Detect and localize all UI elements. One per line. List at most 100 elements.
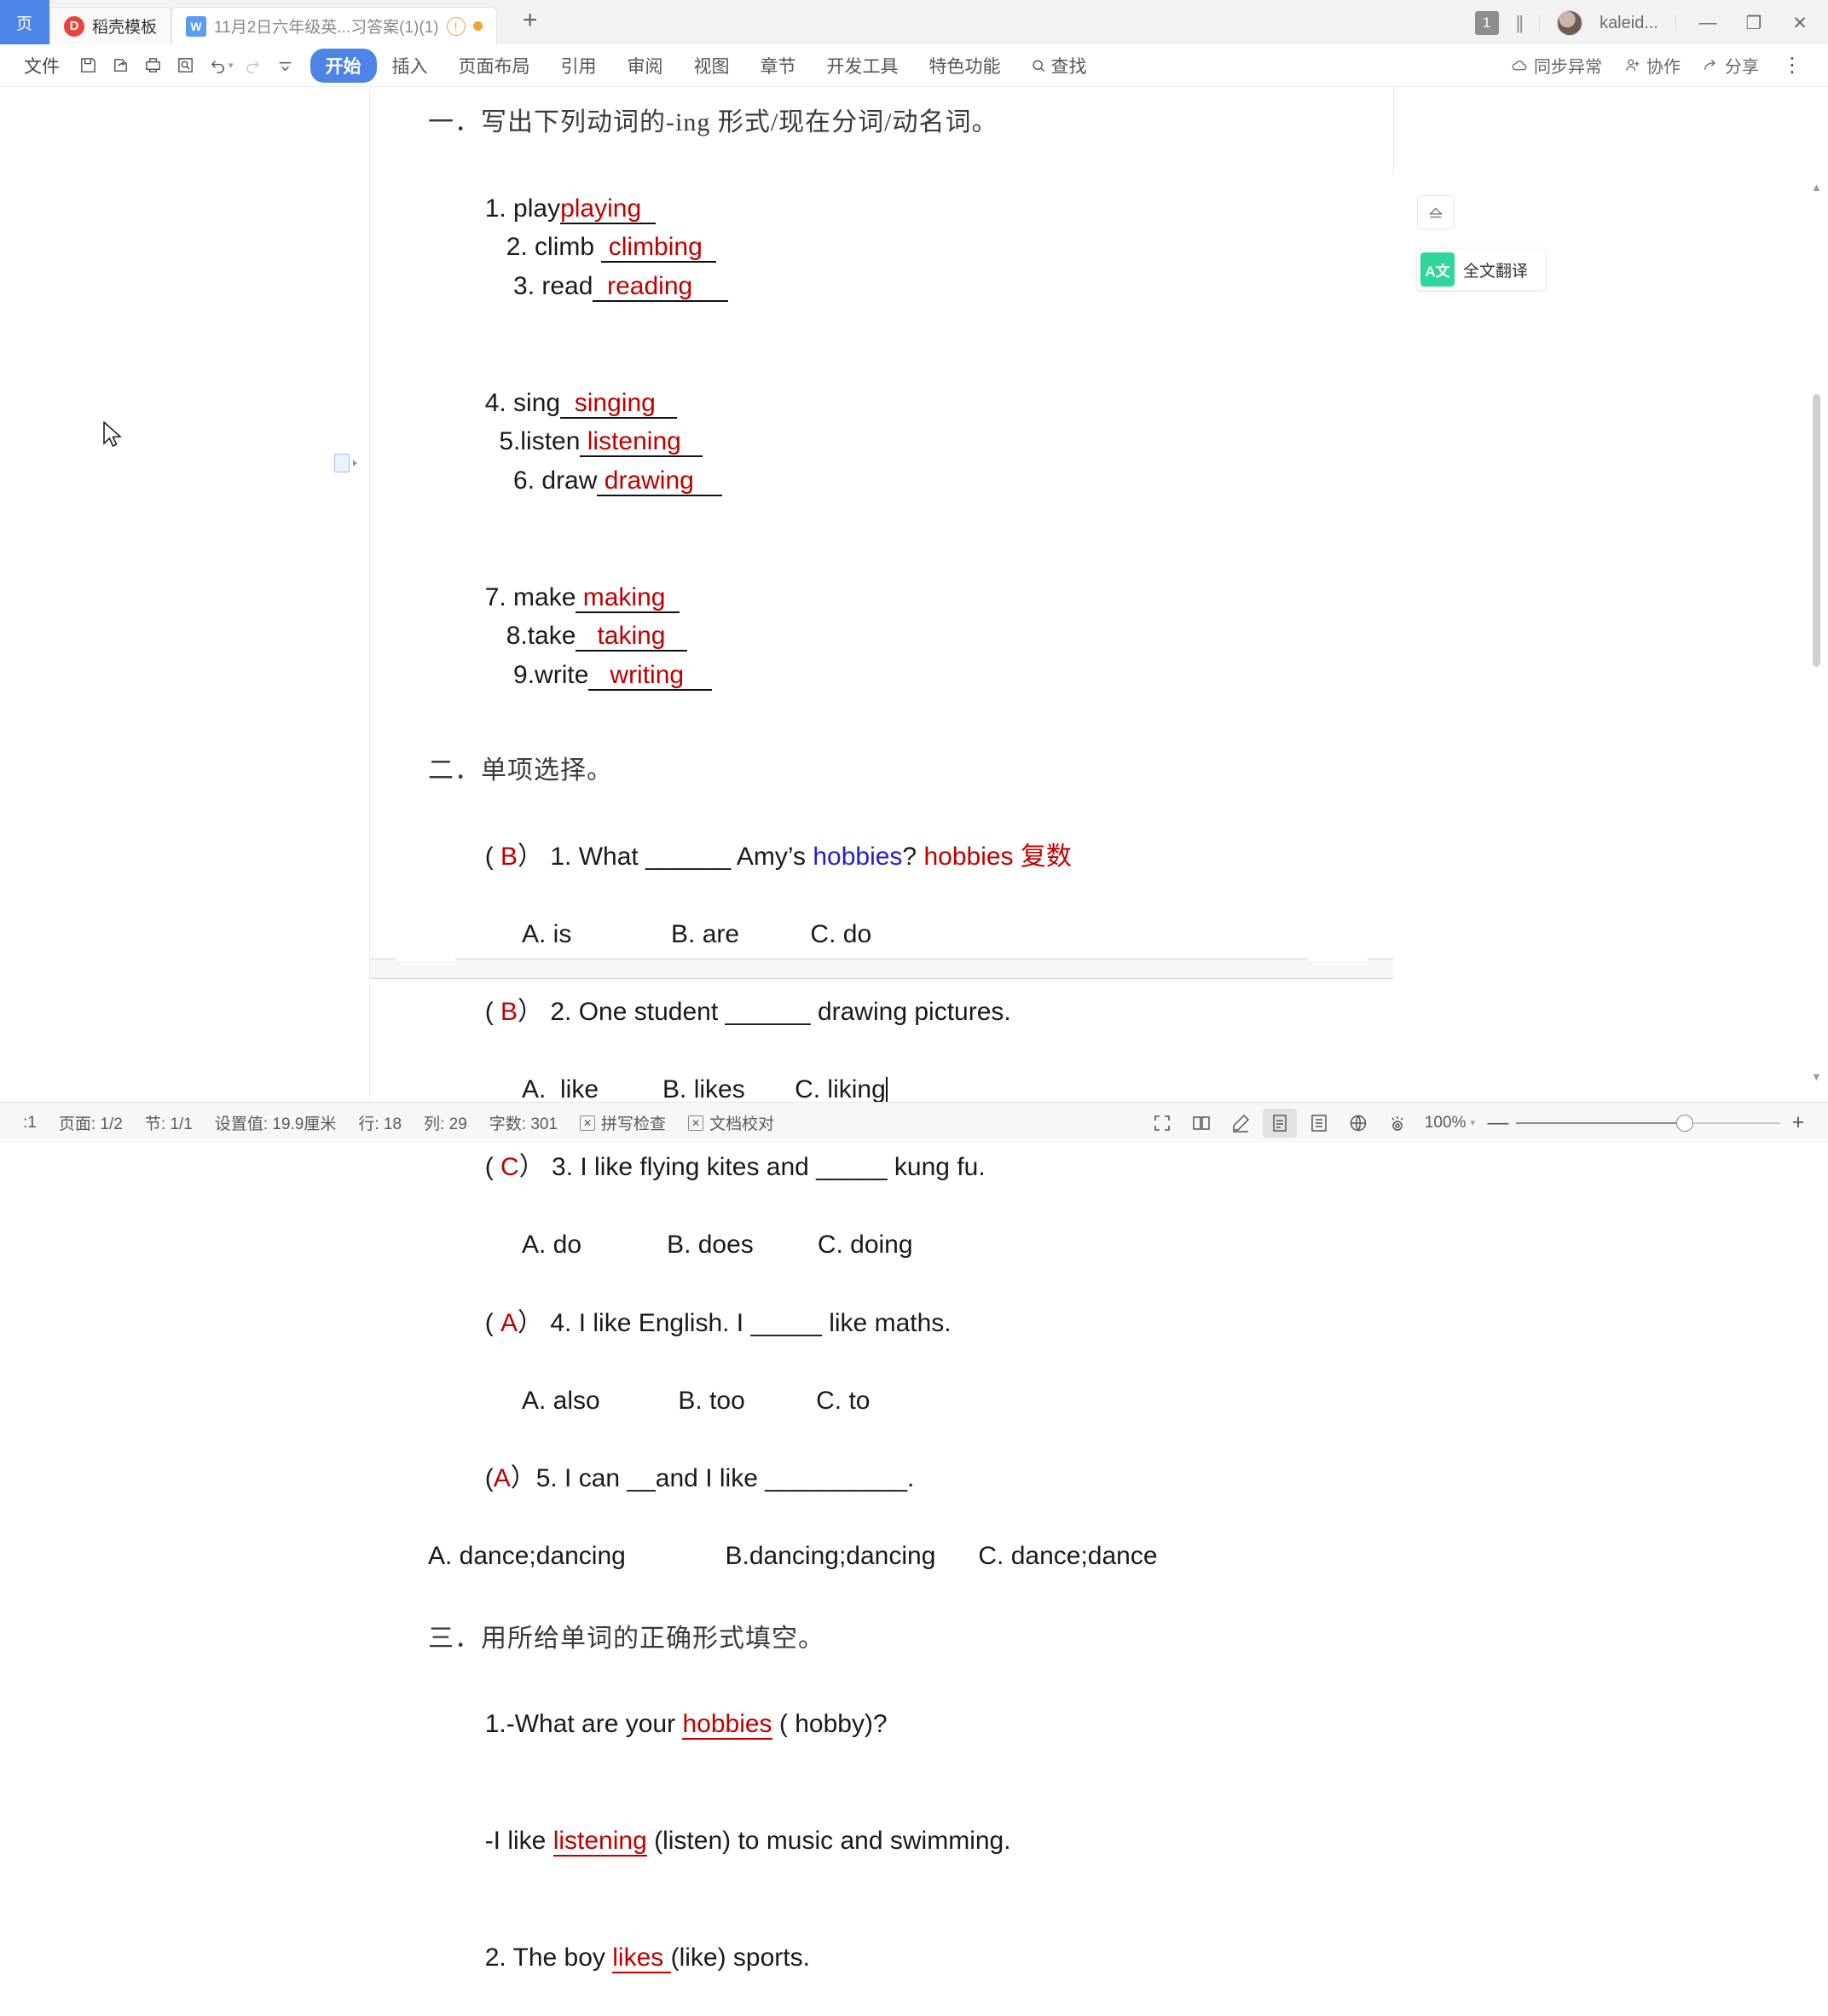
ribbon-tab-section[interactable]: 章节: [745, 49, 812, 83]
web-view-icon[interactable]: [1341, 1109, 1375, 1138]
status-section[interactable]: 节: 1/1: [134, 1111, 204, 1134]
vertical-scrollbar[interactable]: ▲ ▼ ▼ ▲: [1811, 181, 1824, 1162]
scrollbar-thumb[interactable]: [1813, 394, 1820, 667]
mc-answer: C: [500, 1153, 519, 1182]
print-preview-icon[interactable]: [169, 51, 201, 80]
customize-quick-access-icon[interactable]: [269, 51, 302, 80]
mc-answer: B: [500, 842, 518, 871]
zoom-slider[interactable]: [1516, 1114, 1780, 1132]
panel-toggle-icon[interactable]: ||: [1516, 12, 1524, 34]
tab-document[interactable]: W 11月2日六年级英...习答案(1)(1) !: [171, 7, 497, 44]
ribbon-tab-special-features[interactable]: 特色功能: [914, 49, 1016, 83]
mc-answer: B: [500, 997, 518, 1026]
undo-dropdown-icon[interactable]: ▾: [228, 60, 234, 71]
new-tab-button[interactable]: +: [511, 3, 550, 38]
mc-stem: ）5. I can __and I like __________.: [510, 1464, 915, 1492]
file-menu-button[interactable]: 文件: [12, 53, 72, 78]
translate-label: 全文翻译: [1463, 262, 1529, 281]
ribbon-tab-start[interactable]: 开始: [309, 48, 377, 83]
status-bar-right: 100% ▾ — +: [1145, 1108, 1816, 1138]
notification-badge[interactable]: 1: [1474, 11, 1499, 35]
verb-answer: singing: [574, 388, 656, 417]
document-page[interactable]: 一．写出下列动词的-ing 形式/现在分词/动名词。 1. playplayin…: [370, 87, 1393, 1973]
status-page[interactable]: 页面: 1/2: [48, 1111, 134, 1134]
collaborate-button[interactable]: 协作: [1617, 53, 1687, 78]
mc-stem: ） 3. I like flying kites and _____ kung …: [518, 1153, 986, 1182]
mc-stem-post: ?: [902, 842, 924, 871]
ribbon-tab-references[interactable]: 引用: [546, 49, 612, 83]
status-word-count[interactable]: 字数: 301: [478, 1111, 569, 1134]
ribbon-toolbar: 文件 ▾ 开始 插入 页面布局 引用 审阅 视图 章节 开发工具 特色功能 查找…: [0, 44, 1828, 87]
eye-protect-icon[interactable]: [1380, 1109, 1414, 1138]
verb-answer: drawing: [604, 466, 694, 495]
share-button[interactable]: 分享: [1695, 53, 1766, 78]
ribbon-tab-developer[interactable]: 开发工具: [812, 49, 914, 83]
slider-knob[interactable]: [1676, 1114, 1693, 1132]
ribbon-tab-view[interactable]: 视图: [679, 49, 745, 83]
verb-prompt: 9.write: [513, 660, 589, 689]
mc-stem: ） 4. I like English. I _____ like maths.: [518, 1308, 952, 1337]
proofread-toggle[interactable]: ✕ 文档校对: [677, 1111, 785, 1134]
fullscreen-icon[interactable]: [1145, 1109, 1179, 1138]
tab-label: 11月2日六年级英...习答案(1)(1): [214, 19, 439, 37]
title-bar-right: 1 || kaleid... — ❐ ✕: [1474, 10, 1828, 44]
edit-mode-icon[interactable]: [1223, 1109, 1258, 1138]
mc-question: ( B） 1. What ______ Amy’s hobbies? hobbi…: [484, 842, 1072, 871]
username-label[interactable]: kaleid...: [1600, 14, 1658, 33]
restore-button[interactable]: ❐: [1739, 13, 1768, 34]
proofread-label: 文档校对: [709, 1115, 775, 1133]
verb-prompt: 2. climb: [506, 233, 602, 262]
status-bar: :1 页面: 1/2 节: 1/1 设置值: 19.9厘米 行: 18 列: 2…: [0, 1102, 1828, 1143]
scroll-up-icon[interactable]: ▲: [1811, 181, 1822, 194]
home-tab-button[interactable]: 页: [0, 0, 49, 44]
ribbon-tab-page-layout[interactable]: 页面布局: [443, 49, 546, 83]
book-view-icon[interactable]: [1184, 1109, 1218, 1138]
verb-prompt: 5.listen: [499, 427, 581, 456]
chevron-down-icon: ▾: [1470, 1118, 1475, 1128]
ribbon-tab-insert[interactable]: 插入: [377, 49, 443, 83]
zoom-in-button[interactable]: +: [1785, 1110, 1811, 1135]
page-break-divider: [370, 958, 1393, 979]
fill-answer: listening: [552, 1827, 647, 1857]
document-margin-marker[interactable]: [334, 454, 357, 472]
close-button[interactable]: ✕: [1785, 13, 1814, 34]
q5-choices: A. dance;dancing B.dancing;dancing C. da…: [428, 1542, 1158, 1571]
outline-view-icon[interactable]: [1302, 1109, 1336, 1138]
translate-panel-button[interactable]: A文 全文翻译: [1417, 249, 1545, 290]
verb-answer: playing: [560, 194, 642, 223]
warning-icon[interactable]: !: [446, 16, 466, 36]
verb-prompt: 4. sing: [484, 388, 561, 417]
avatar[interactable]: [1557, 10, 1583, 36]
zoom-level-button[interactable]: 100% ▾: [1420, 1114, 1480, 1133]
checkbox-icon: ✕: [580, 1115, 596, 1131]
tab-label: 稻壳模板: [92, 19, 158, 37]
eject-icon[interactable]: [1417, 195, 1455, 229]
mc-link-word[interactable]: hobbies: [813, 843, 902, 871]
ribbon-tab-review[interactable]: 审阅: [612, 49, 679, 83]
checkbox-icon: ✕: [688, 1115, 704, 1131]
page-view-icon[interactable]: [1262, 1108, 1297, 1138]
save-as-icon[interactable]: [104, 51, 136, 80]
ribbon-more-button[interactable]: ⋮: [1773, 55, 1811, 75]
status-setting-value: 设置值: 19.9厘米: [214, 1115, 337, 1133]
document-body[interactable]: 一．写出下列动词的-ing 形式/现在分词/动名词。 1. playplayin…: [370, 87, 1393, 2016]
verb-answer: reading: [607, 271, 693, 300]
spellcheck-toggle[interactable]: ✕ 拼写检查: [569, 1111, 677, 1134]
redo-icon[interactable]: [237, 51, 269, 80]
mc-note: hobbies 复数: [923, 842, 1072, 871]
zoom-out-button[interactable]: —: [1485, 1110, 1511, 1135]
mc-answer: A: [493, 1464, 511, 1492]
status-column: 列: 29: [424, 1115, 467, 1133]
find-button[interactable]: 查找: [1016, 53, 1101, 78]
section1-row: 1. playplaying 2. climb climbing 3. read…: [428, 150, 1342, 345]
verb-prompt: 8.take: [506, 622, 576, 651]
sync-error-button[interactable]: 同步异常: [1504, 53, 1609, 78]
wps-writer-icon: W: [186, 15, 207, 37]
save-icon[interactable]: [72, 51, 104, 80]
status-row: 行: 18: [358, 1115, 402, 1133]
scroll-down-icon[interactable]: ▼: [1811, 1070, 1822, 1083]
tab-docer-template[interactable]: D 稻壳模板: [49, 7, 172, 44]
minimize-button[interactable]: —: [1693, 13, 1722, 33]
find-label: 查找: [1050, 56, 1087, 77]
print-icon[interactable]: [136, 51, 169, 80]
